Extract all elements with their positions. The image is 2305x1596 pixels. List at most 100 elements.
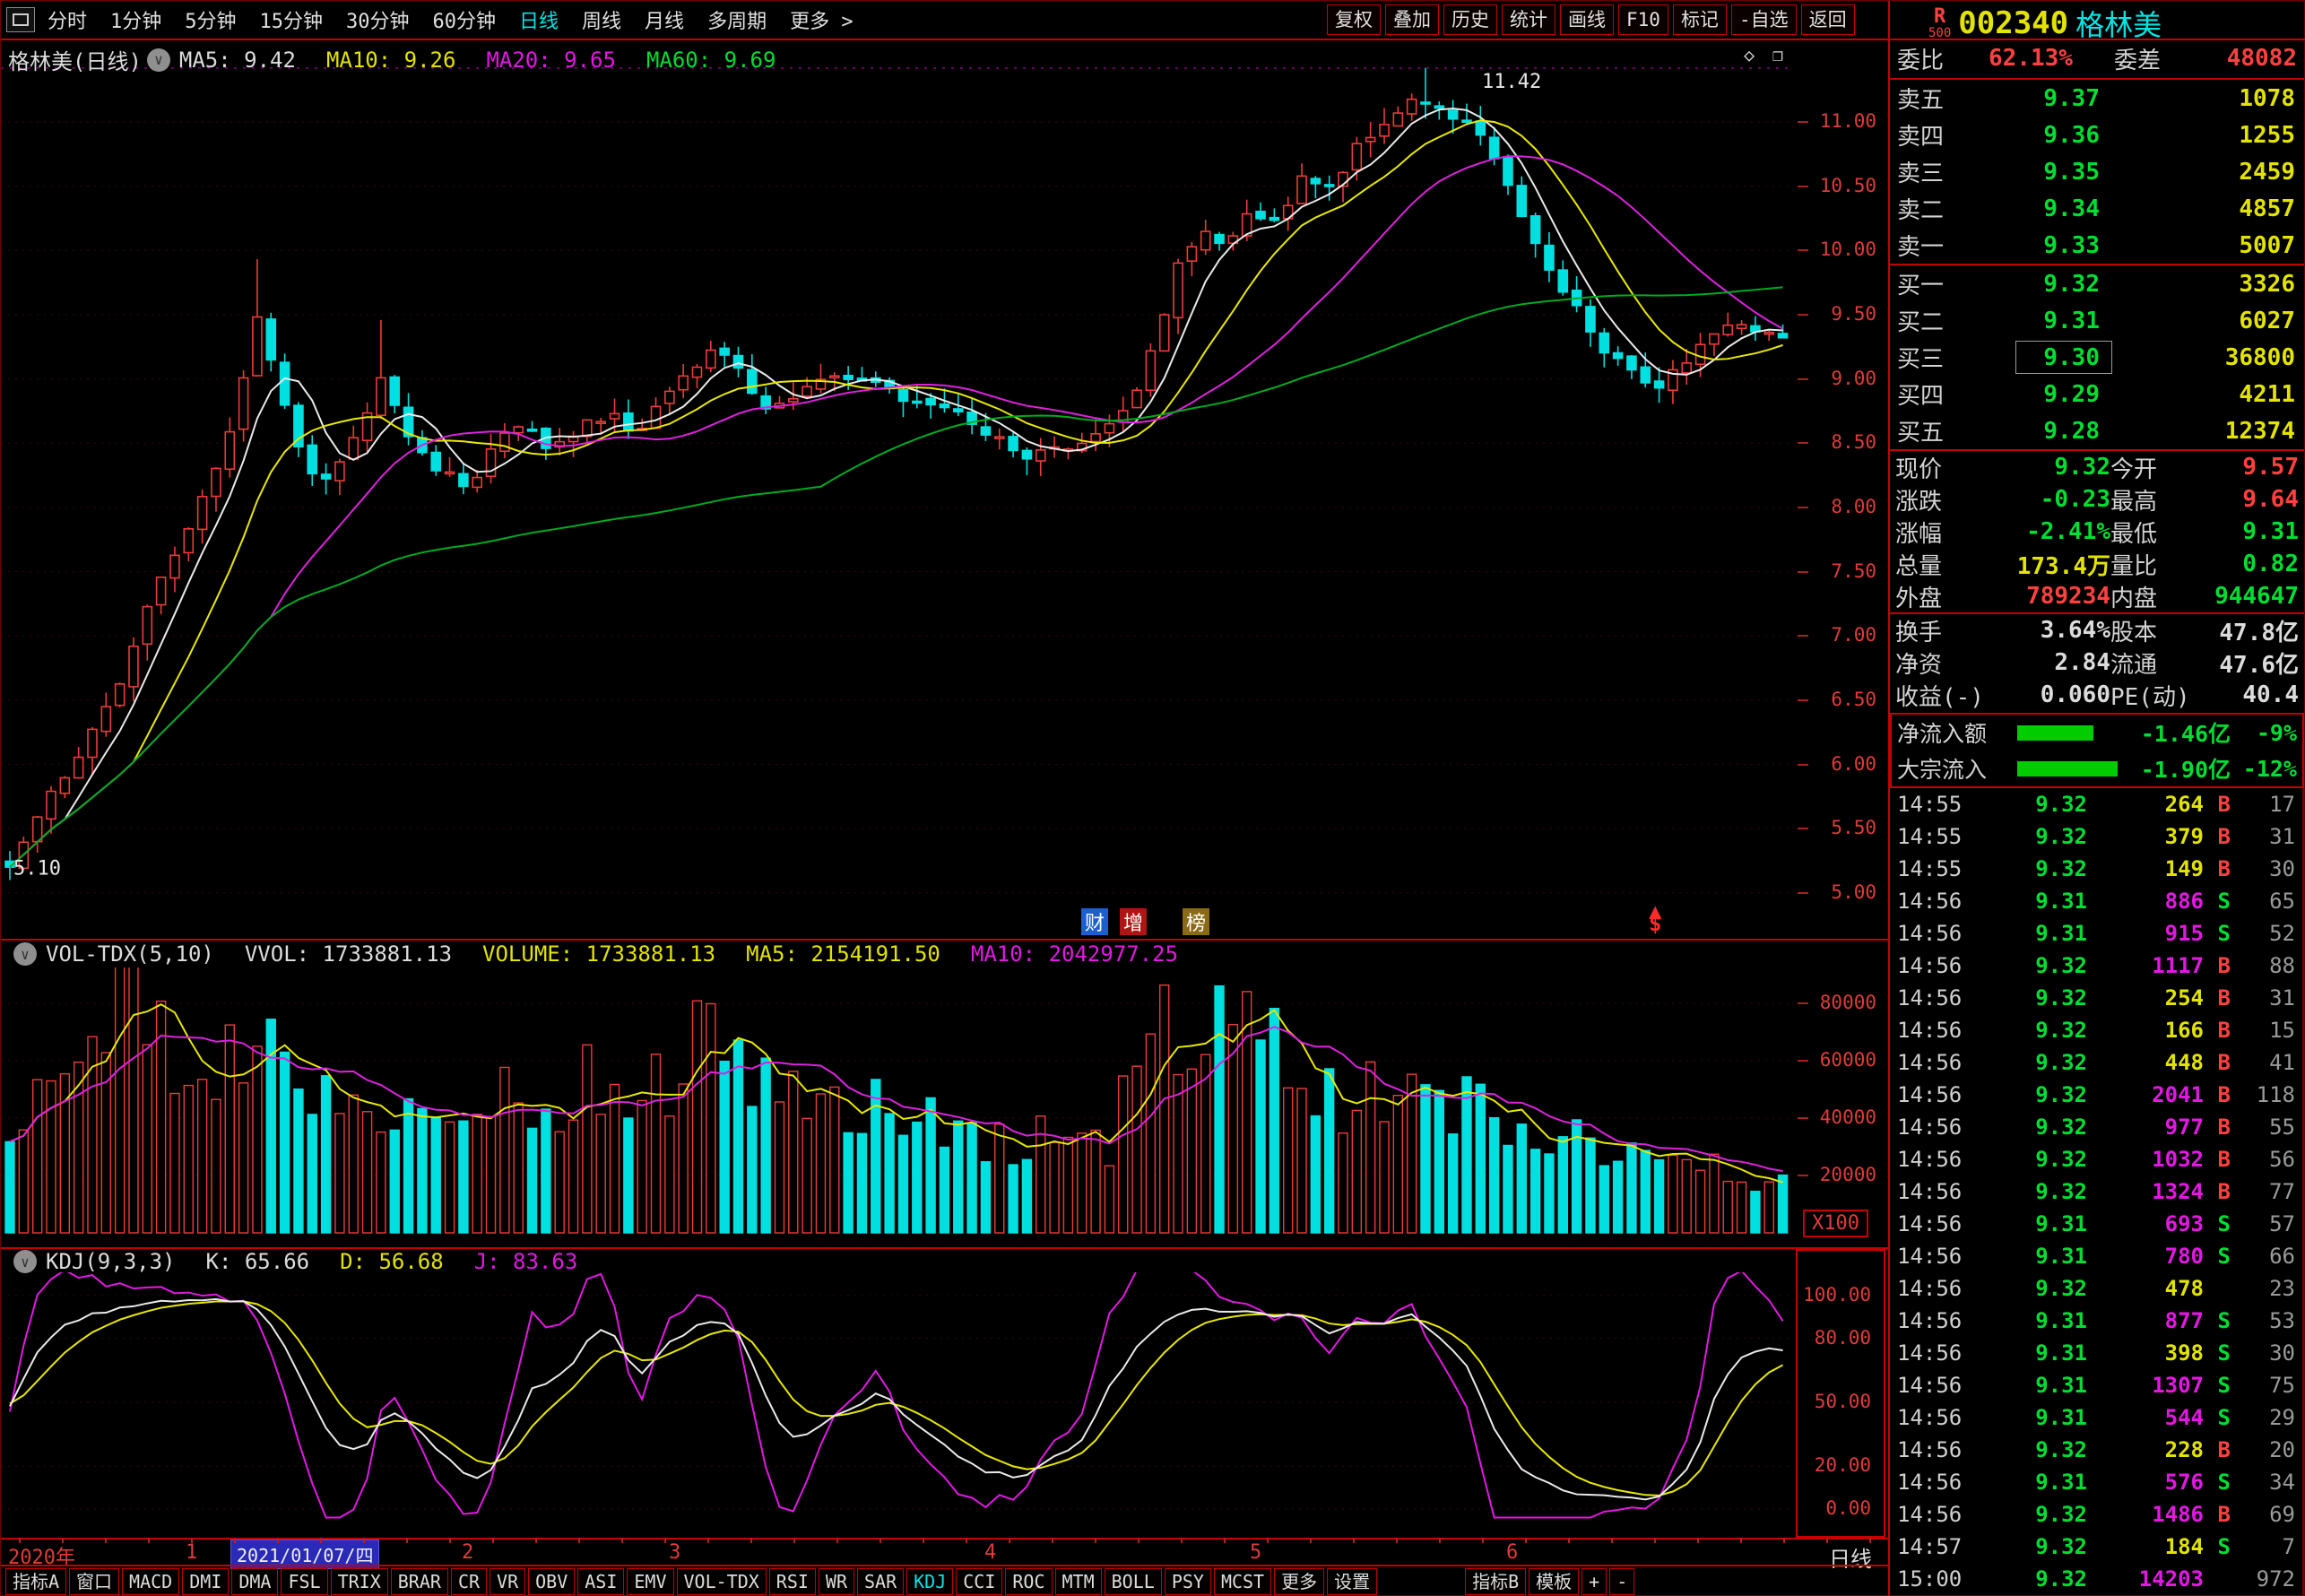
tick-row[interactable]: 14:569.32228B20 <box>1890 1434 2302 1466</box>
candlestick-chart[interactable]: 11.425.10 <box>1 39 1794 939</box>
indicator-button-SAR[interactable]: SAR <box>857 1568 904 1595</box>
pane-icon[interactable]: ❐ <box>1772 44 1783 65</box>
badge-财[interactable]: 财 <box>1081 908 1108 935</box>
tick-row[interactable]: 14:569.31886S65 <box>1890 885 2302 917</box>
indicator-button-ASI[interactable]: ASI <box>577 1568 624 1595</box>
tick-row[interactable]: 14:559.32149B30 <box>1890 853 2302 885</box>
tick-row[interactable]: 14:569.31780S66 <box>1890 1240 2302 1272</box>
chevron-down-icon[interactable]: ∨ <box>13 942 37 966</box>
indicator-button-BOLL[interactable]: BOLL <box>1105 1568 1162 1595</box>
buy-row-买三[interactable]: 买三9.3036800 <box>1890 339 2304 376</box>
indicator-button-设置[interactable]: 设置 <box>1327 1568 1377 1595</box>
tick-row[interactable]: 14:569.31544S29 <box>1890 1401 2302 1434</box>
buy-row-买四[interactable]: 买四9.294211 <box>1890 376 2304 412</box>
toolbar-button-返回[interactable]: 返回 <box>1801 4 1855 35</box>
period-tab-月线[interactable]: 月线 <box>645 5 684 34</box>
period-tab-多周期[interactable]: 多周期 <box>707 5 767 34</box>
period-tab-5分钟[interactable]: 5分钟 <box>185 5 236 34</box>
sell-row-卖五[interactable]: 卖五9.371078 <box>1890 80 2304 117</box>
tick-row[interactable]: 14:569.32448B41 <box>1890 1046 2302 1079</box>
indicator-button-OBV[interactable]: OBV <box>528 1568 575 1595</box>
tick-row[interactable]: 14:569.321324B77 <box>1890 1175 2302 1208</box>
indicator-button-PSY[interactable]: PSY <box>1165 1568 1211 1595</box>
tick-row[interactable]: 14:569.321486B69 <box>1890 1498 2302 1531</box>
indicator-button-ROC[interactable]: ROC <box>1005 1568 1052 1595</box>
indicator-button-指标A[interactable]: 指标A <box>5 1568 66 1595</box>
indicator-button-FSL[interactable]: FSL <box>281 1568 327 1595</box>
indicator-button-MCST[interactable]: MCST <box>1214 1568 1271 1595</box>
indicator-button-WR[interactable]: WR <box>819 1568 854 1595</box>
money-flag-icon[interactable]: ▲$ <box>1649 905 1661 930</box>
tick-row[interactable]: 14:569.321032B56 <box>1890 1143 2302 1175</box>
indicator-button-KDJ[interactable]: KDJ <box>906 1568 953 1595</box>
kdj-chart[interactable] <box>1 1272 1794 1538</box>
badge-榜[interactable]: 榜 <box>1183 908 1209 935</box>
indicator-button-DMA[interactable]: DMA <box>231 1568 278 1595</box>
chevron-down-icon[interactable]: ∨ <box>13 1250 37 1273</box>
diamond-icon[interactable]: ◇ <box>1744 44 1755 65</box>
buy-row-买一[interactable]: 买一9.323326 <box>1890 265 2304 302</box>
toolbar-button-叠加[interactable]: 叠加 <box>1385 4 1439 35</box>
volume-chart[interactable] <box>1 967 1794 1247</box>
toolbar-button-复权[interactable]: 复权 <box>1327 4 1381 35</box>
chevron-down-icon[interactable]: ∨ <box>147 48 170 72</box>
sell-row-卖一[interactable]: 卖一9.335007 <box>1890 227 2304 264</box>
tick-row[interactable]: 14:569.321117B88 <box>1890 950 2302 982</box>
indicator-button-模板[interactable]: 模板 <box>1529 1568 1579 1595</box>
indicator-button-DMI[interactable]: DMI <box>182 1568 229 1595</box>
buy-row-买五[interactable]: 买五9.2812374 <box>1890 412 2304 449</box>
toolbar-button-F10[interactable]: F10 <box>1618 4 1668 35</box>
period-tab-1分钟[interactable]: 1分钟 <box>110 5 161 34</box>
buy-row-买二[interactable]: 买二9.316027 <box>1890 302 2304 339</box>
indicator-button-EMV[interactable]: EMV <box>627 1568 673 1595</box>
indicator-button-MACD[interactable]: MACD <box>122 1568 179 1595</box>
tick-row[interactable]: 14:569.311307S75 <box>1890 1369 2302 1401</box>
sell-row-卖二[interactable]: 卖二9.344857 <box>1890 190 2304 227</box>
indicator-button-更多[interactable]: 更多 <box>1274 1568 1324 1595</box>
indicator-button-RSI[interactable]: RSI <box>769 1568 816 1595</box>
window-restore-icon[interactable] <box>6 7 35 32</box>
indicator-button-VR[interactable]: VR <box>490 1568 525 1595</box>
tick-row[interactable]: 14:569.32166B15 <box>1890 1014 2302 1046</box>
tick-row[interactable]: 14:579.32184S7 <box>1890 1531 2302 1563</box>
toolbar-button-统计[interactable]: 统计 <box>1502 4 1555 35</box>
period-tab-15分钟[interactable]: 15分钟 <box>260 5 324 34</box>
level-price: 9.37 <box>2043 85 2100 112</box>
period-tab-60分钟[interactable]: 60分钟 <box>433 5 497 34</box>
tick-list[interactable]: 14:559.32264B1714:559.32379B3114:559.321… <box>1890 788 2304 1595</box>
indicator-button-CCI[interactable]: CCI <box>956 1568 1002 1595</box>
indicator-button-指标B[interactable]: 指标B <box>1465 1568 1526 1595</box>
toolbar-button--自选[interactable]: -自选 <box>1731 4 1797 35</box>
tick-row[interactable]: 15:009.3214203972 <box>1890 1563 2302 1595</box>
tick-row[interactable]: 14:569.31398S30 <box>1890 1337 2302 1369</box>
tick-row[interactable]: 14:559.32379B31 <box>1890 820 2302 853</box>
tick-row[interactable]: 14:569.31915S52 <box>1890 917 2302 950</box>
badge-增[interactable]: 增 <box>1120 908 1147 935</box>
indicator-button-窗口[interactable]: 窗口 <box>69 1568 119 1595</box>
indicator-button-+[interactable]: + <box>1581 1568 1607 1595</box>
indicator-button-BRAR[interactable]: BRAR <box>391 1568 448 1595</box>
indicator-button-TRIX[interactable]: TRIX <box>331 1568 388 1595</box>
indicator-button--[interactable]: - <box>1609 1568 1634 1595</box>
period-tab-30分钟[interactable]: 30分钟 <box>346 5 410 34</box>
tick-row[interactable]: 14:569.3247823 <box>1890 1272 2302 1305</box>
toolbar-button-标记[interactable]: 标记 <box>1673 4 1727 35</box>
period-tab-分时[interactable]: 分时 <box>48 5 87 34</box>
tick-row[interactable]: 14:569.322041B118 <box>1890 1079 2302 1111</box>
period-tab-更多 >[interactable]: 更多 > <box>790 5 854 34</box>
sell-row-卖三[interactable]: 卖三9.352459 <box>1890 153 2304 190</box>
indicator-button-CR[interactable]: CR <box>451 1568 487 1595</box>
tick-row[interactable]: 14:569.32254B31 <box>1890 982 2302 1014</box>
tick-row[interactable]: 14:569.32977B55 <box>1890 1111 2302 1143</box>
period-tab-周线[interactable]: 周线 <box>582 5 621 34</box>
indicator-button-VOL-TDX[interactable]: VOL-TDX <box>677 1568 767 1595</box>
sell-row-卖四[interactable]: 卖四9.361255 <box>1890 117 2304 153</box>
toolbar-button-历史[interactable]: 历史 <box>1443 4 1497 35</box>
tick-row[interactable]: 14:569.31693S57 <box>1890 1208 2302 1240</box>
tick-row[interactable]: 14:569.31576S34 <box>1890 1466 2302 1498</box>
indicator-button-MTM[interactable]: MTM <box>1055 1568 1102 1595</box>
tick-row[interactable]: 14:559.32264B17 <box>1890 788 2302 820</box>
period-tab-日线[interactable]: 日线 <box>519 5 559 34</box>
toolbar-button-画线[interactable]: 画线 <box>1560 4 1614 35</box>
tick-row[interactable]: 14:569.31877S53 <box>1890 1305 2302 1337</box>
